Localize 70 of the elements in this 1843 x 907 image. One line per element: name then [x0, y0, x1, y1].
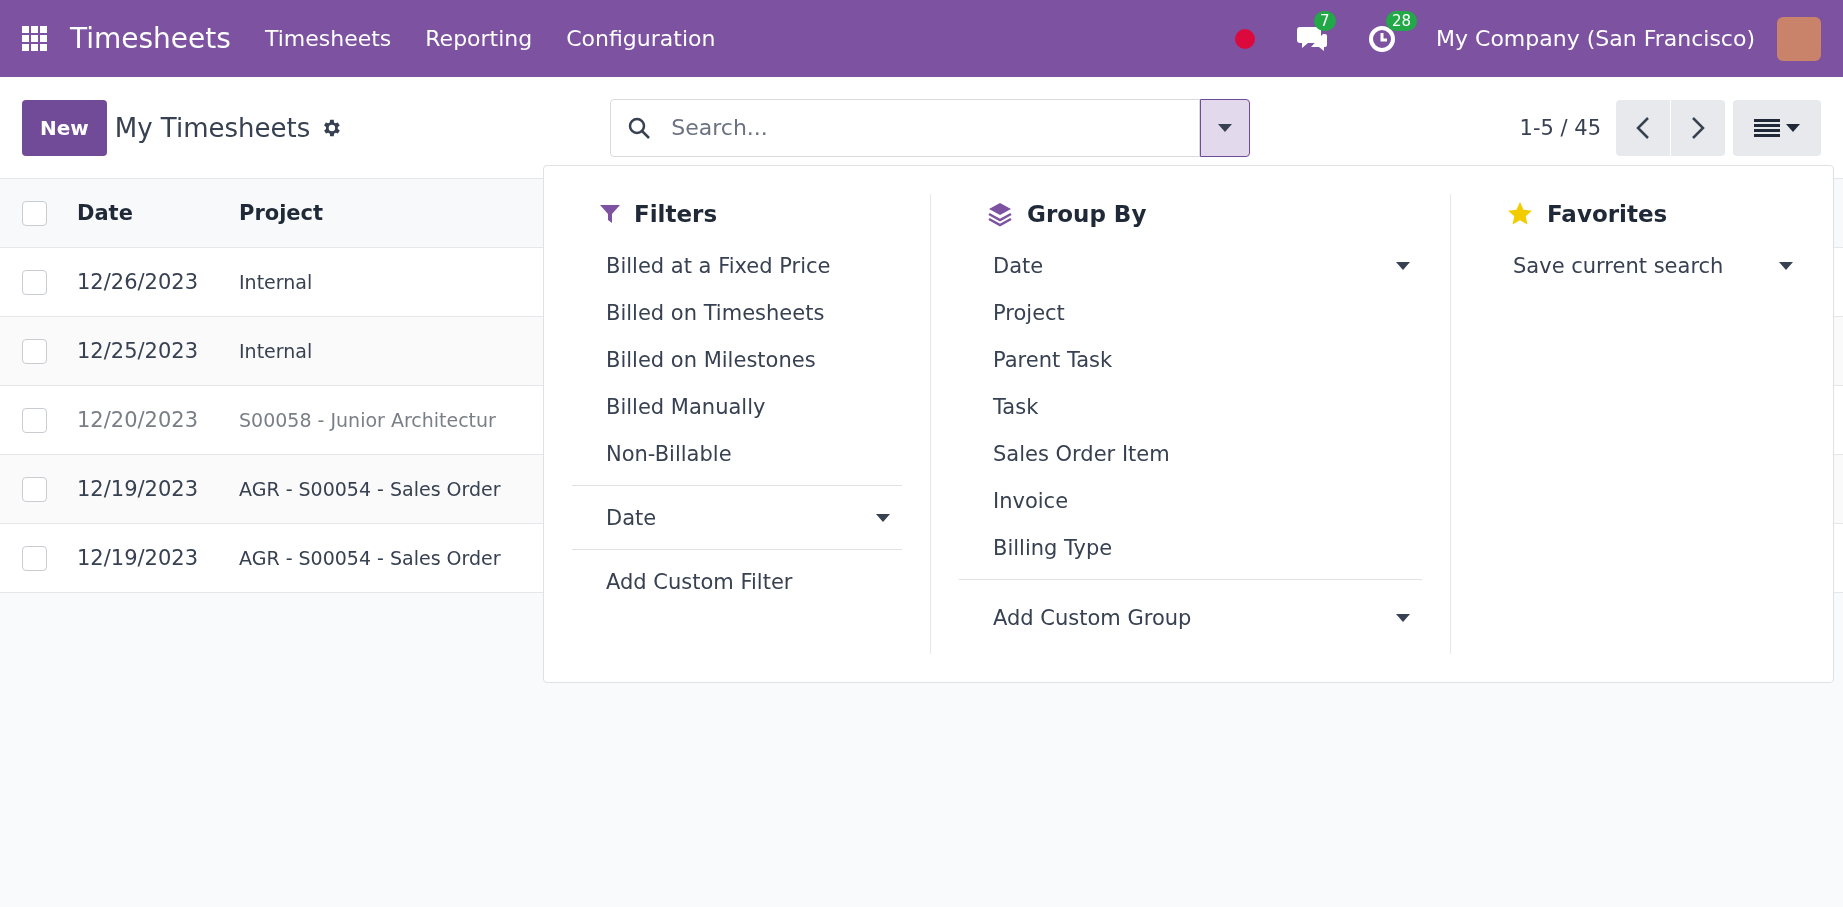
date-cell-text: 12/26/2023 [77, 270, 200, 294]
group-by-option[interactable]: Parent Task [959, 336, 1422, 383]
project-cell: AGR - S00054 - Sales Order [239, 547, 501, 569]
menu-link[interactable]: Configuration [566, 26, 716, 51]
apps-grid-icon[interactable] [22, 25, 48, 52]
company-name[interactable]: My Company (San Francisco) [1436, 26, 1755, 51]
filter-option[interactable]: Non-Billable [572, 430, 902, 477]
search-options-toggle[interactable] [1200, 98, 1251, 157]
project-cell: S00058 - Junior Architectur [239, 409, 496, 431]
new-button[interactable]: New [22, 99, 107, 156]
row-checkbox[interactable] [22, 338, 47, 364]
row-checkbox[interactable] [22, 269, 47, 295]
column-header[interactable]: Date [77, 201, 239, 225]
filter-icon [600, 204, 620, 224]
filters-title: Filters [634, 201, 718, 227]
date-cell-text: 12/19/2023 [77, 477, 200, 501]
group-by-option[interactable]: Billing Type [959, 524, 1422, 571]
add-custom-group-option[interactable]: Add Custom Group [959, 594, 1422, 641]
filter-option[interactable]: Billed Manually [572, 383, 902, 430]
view-switcher-button[interactable] [1733, 99, 1821, 156]
project-cell: Internal [239, 271, 313, 293]
layers-icon [987, 201, 1013, 227]
previous-button[interactable] [1616, 99, 1670, 156]
caret-icon [1396, 261, 1410, 270]
search-field[interactable]: Search... [610, 98, 1201, 157]
list-icon [1754, 117, 1780, 138]
menu-link[interactable]: Reporting [425, 26, 533, 51]
user-avatar[interactable] [1777, 16, 1821, 61]
filter-option[interactable]: Billed on Timesheets [572, 289, 902, 336]
group-by-option[interactable]: Project [959, 289, 1422, 336]
filter-option[interactable]: Billed at a Fixed Price [572, 242, 902, 289]
group-by-title: Group By [1027, 201, 1147, 227]
select-all-checkbox[interactable] [22, 200, 47, 226]
caret-icon [1218, 123, 1233, 132]
caret-icon [876, 513, 890, 522]
row-checkbox[interactable] [22, 407, 47, 433]
star-icon [1507, 201, 1533, 227]
page-title: My Timesheets [114, 112, 311, 143]
group-by-option[interactable]: Task [959, 383, 1422, 430]
message-count-badge: 7 [1314, 10, 1336, 31]
app-name[interactable]: Timesheets [70, 22, 231, 55]
project-cell: Internal [239, 340, 313, 362]
search-icon [627, 115, 652, 140]
favorites-title: Favorites [1547, 201, 1668, 227]
activity-count-badge: 28 [1386, 10, 1418, 31]
column-header[interactable]: Project [239, 201, 539, 225]
add-custom-filter-option[interactable]: Add Custom Filter [572, 558, 902, 605]
filter-option[interactable]: Billed on Milestones [572, 336, 902, 383]
chevron-right-icon [1691, 115, 1705, 140]
pager-value[interactable]: 1-5 / 45 [1519, 115, 1601, 140]
clock-icon[interactable] [1368, 24, 1397, 53]
chevron-left-icon [1636, 115, 1650, 140]
date-filter-option[interactable]: Date [572, 494, 902, 541]
caret-icon [1396, 613, 1410, 622]
next-button[interactable] [1671, 99, 1725, 156]
date-cell-text: 12/19/2023 [77, 546, 200, 570]
project-cell: AGR - S00054 - Sales Order [239, 478, 501, 500]
row-checkbox[interactable] [22, 476, 47, 502]
group-by-option[interactable]: Sales Order Item [959, 430, 1422, 477]
row-checkbox[interactable] [22, 545, 47, 571]
date-cell-text: 12/25/2023 [77, 339, 200, 363]
save-current-search-option[interactable]: Save current search [1479, 242, 1805, 289]
group-by-option[interactable]: Invoice [959, 477, 1422, 524]
caret-icon [1786, 123, 1800, 132]
status-dot-icon[interactable] [1234, 27, 1257, 50]
menu-link[interactable]: Timesheets [264, 26, 392, 51]
chat-icon[interactable] [1296, 24, 1329, 53]
caret-icon [1779, 261, 1793, 270]
group-by-option[interactable]: Date [959, 242, 1422, 289]
date-cell-text: 12/20/2023 [77, 408, 200, 432]
